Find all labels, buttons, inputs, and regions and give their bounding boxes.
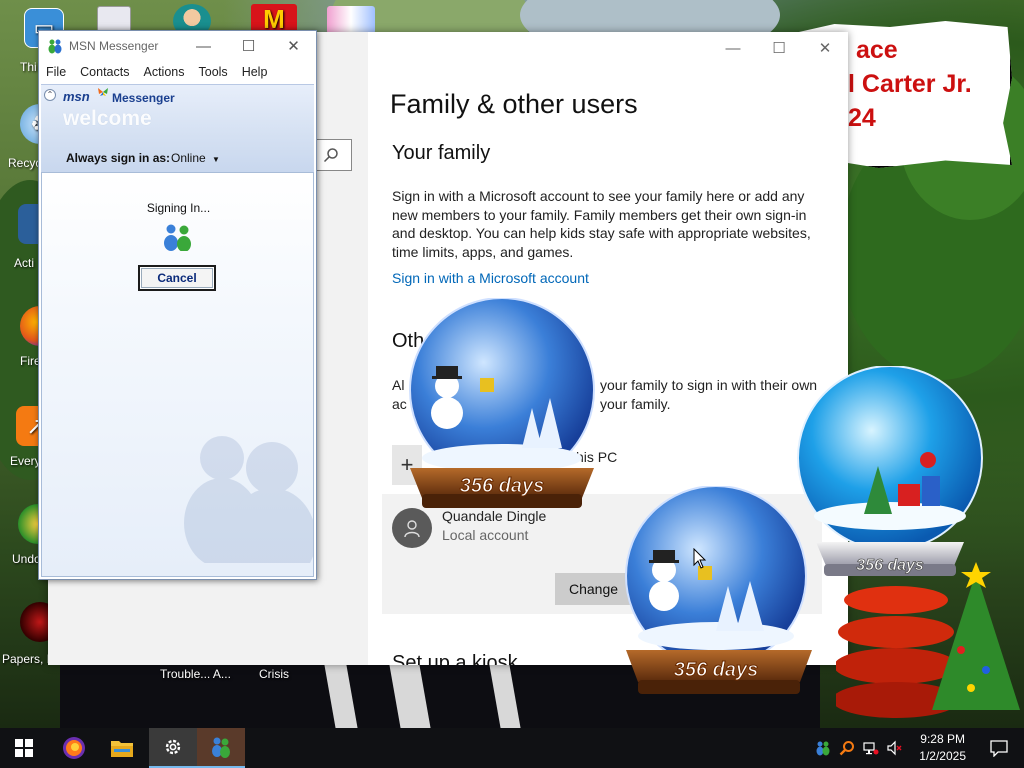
msn-logo: msn bbox=[63, 89, 90, 104]
msn-caption-buttons: — ☐ ✕ bbox=[181, 31, 316, 61]
msn-butterfly-icon bbox=[98, 88, 108, 96]
tray-msn-icon[interactable] bbox=[814, 739, 832, 757]
signing-in-text: Signing In... bbox=[146, 201, 211, 215]
firefox-icon bbox=[63, 737, 85, 759]
minimize-button[interactable]: — bbox=[181, 31, 226, 61]
snow-globe-widget-3[interactable]: 356 days bbox=[794, 366, 990, 588]
network-icon[interactable] bbox=[862, 739, 880, 757]
sign-in-as-label: Always sign in as: bbox=[66, 151, 171, 165]
volume-muted-icon[interactable] bbox=[886, 739, 904, 757]
search-icon bbox=[323, 148, 338, 163]
clock-time: 9:28 PM bbox=[920, 732, 965, 746]
cancel-button[interactable]: Cancel bbox=[138, 265, 216, 291]
status-dropdown[interactable]: Online ▼ bbox=[171, 151, 220, 165]
taskbar-file-explorer[interactable] bbox=[98, 728, 146, 768]
globe-days-label: 356 days bbox=[674, 659, 759, 681]
maximize-button[interactable]: ☐ bbox=[226, 31, 271, 61]
menu-file[interactable]: File bbox=[46, 65, 66, 79]
msn-body: Signing In... Cancel bbox=[41, 172, 314, 577]
page-title: Family & other users bbox=[390, 89, 638, 119]
taskbar: 9:28 PM 1/2/2025 bbox=[0, 728, 1024, 768]
sign-in-microsoft-link[interactable]: Sign in with a Microsoft account bbox=[392, 270, 589, 286]
msn-header: ⌃ msn Messenger welcome Always sign in a… bbox=[41, 84, 314, 172]
tray-search-everything-icon[interactable] bbox=[838, 739, 856, 757]
msn-buddy-icon bbox=[48, 39, 62, 54]
mouse-cursor-icon bbox=[693, 548, 707, 569]
menu-help[interactable]: Help bbox=[242, 65, 268, 79]
kiosk-heading: Set up a kiosk bbox=[392, 652, 518, 665]
msn-titlebar[interactable]: MSN Messenger — ☐ ✕ bbox=[39, 31, 316, 61]
game-icon bbox=[327, 6, 375, 34]
taskbar-msn-messenger[interactable] bbox=[197, 728, 245, 768]
windows-icon bbox=[15, 739, 33, 757]
msn-window-title: MSN Messenger bbox=[69, 39, 159, 53]
gear-icon bbox=[165, 739, 181, 755]
sign-line-3: 24 bbox=[848, 104, 876, 132]
chevron-down-icon: ▼ bbox=[212, 155, 220, 164]
menu-actions[interactable]: Actions bbox=[144, 65, 185, 79]
taskbar-settings[interactable] bbox=[149, 728, 197, 768]
desktop-icon-label-troubleshoot[interactable]: Trouble... A... bbox=[160, 667, 231, 681]
status-value: Online bbox=[171, 151, 206, 165]
snow-globe-widget-1[interactable]: 356 days bbox=[392, 298, 612, 518]
msn-menubar: File Contacts Actions Tools Help bbox=[39, 61, 316, 83]
close-button[interactable]: ✕ bbox=[271, 31, 316, 61]
desktop-icon-label: Acti bbox=[14, 256, 35, 270]
family-description: Sign in with a Microsoft account to see … bbox=[392, 188, 811, 260]
desktop-icon-label-crisis[interactable]: Crisis bbox=[259, 667, 289, 681]
menu-contacts[interactable]: Contacts bbox=[80, 65, 129, 79]
desktop-icon-label: Undo bbox=[12, 552, 41, 566]
folder-icon bbox=[111, 741, 133, 757]
msn-welcome-text: welcome bbox=[63, 107, 152, 130]
your-family-heading: Your family bbox=[392, 142, 491, 164]
globe-days-label: 356 days bbox=[460, 475, 545, 497]
sign-line-1: ace bbox=[856, 36, 898, 64]
action-center-icon[interactable] bbox=[990, 739, 1008, 757]
system-clock[interactable]: 9:28 PM 1/2/2025 bbox=[919, 731, 966, 765]
menu-tools[interactable]: Tools bbox=[199, 65, 228, 79]
desktop-icon-label: Papers, P bbox=[2, 652, 55, 666]
christmas-decoration bbox=[836, 562, 1020, 718]
desktop-icon-label: Thi bbox=[20, 60, 37, 74]
snow-globe-widget-2[interactable]: 356 days bbox=[616, 486, 822, 700]
taskbar-firefox[interactable] bbox=[50, 728, 98, 768]
start-button[interactable] bbox=[0, 728, 48, 768]
msn-buddy-watermark-icon bbox=[184, 436, 313, 563]
msn-messenger-window[interactable]: MSN Messenger — ☐ ✕ File Contacts Action… bbox=[38, 30, 317, 580]
collapse-icon[interactable]: ⌃ bbox=[44, 89, 56, 101]
clock-date: 1/2/2025 bbox=[919, 749, 966, 763]
msn-buddy-icon bbox=[212, 737, 230, 758]
account-type: Local account bbox=[442, 527, 529, 543]
desktop-icon-label: Recyc bbox=[8, 156, 42, 170]
msn-buddy-icon bbox=[164, 224, 191, 251]
sign-line-2: l Carter Jr. bbox=[848, 70, 972, 98]
msn-logo-word: Messenger bbox=[112, 91, 175, 105]
desktop-icon-label: Every bbox=[10, 454, 41, 468]
